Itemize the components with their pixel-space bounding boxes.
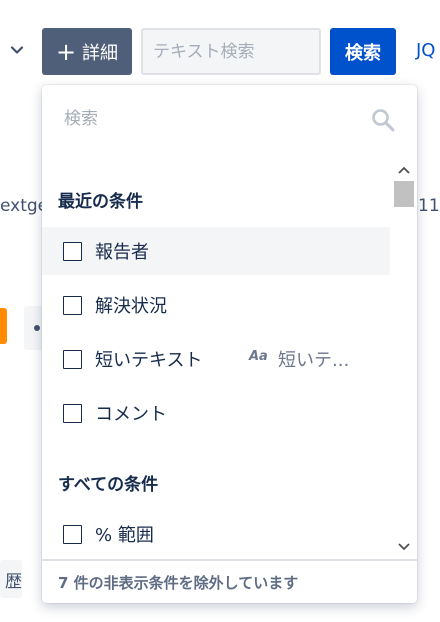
option-label: % 範囲 [95, 525, 154, 546]
list-item-percent-range[interactable]: % 範囲 [42, 510, 390, 557]
scroll-up-arrow-icon[interactable] [393, 162, 415, 180]
background-more-actions-button[interactable] [24, 306, 44, 350]
checkbox[interactable] [63, 524, 82, 544]
option-field-hint: 短いテ... [278, 350, 350, 371]
checkbox[interactable] [63, 241, 82, 261]
background-count-fragment: 11 [418, 196, 440, 216]
text-field-type-icon: Aa [249, 349, 268, 364]
option-label: 報告者 [95, 242, 149, 263]
jql-link[interactable]: JQ [416, 40, 435, 61]
checkbox[interactable] [63, 295, 82, 315]
hidden-criteria-footer: 7 件の非表示条件を除外しています [42, 559, 417, 603]
list-item-comment[interactable]: コメント [42, 389, 390, 437]
background-text-fragment: extge [0, 196, 42, 216]
list-item-reporter[interactable]: 報告者 [42, 227, 390, 275]
list-item-short-text[interactable]: 短いテキスト Aa 短いテ... [42, 335, 390, 383]
hidden-criteria-text: 7 件の非表示条件を除外しています [58, 573, 299, 592]
scroll-down-arrow-icon[interactable] [393, 537, 415, 555]
more-button[interactable]: + 詳細 [42, 28, 132, 75]
history-tab-label: 歴 [5, 571, 22, 592]
option-label: 短いテキスト [95, 350, 203, 371]
background-orange-icon [0, 308, 7, 344]
scrollbar-thumb[interactable] [394, 181, 414, 207]
recent-criteria-heading: 最近の条件 [58, 192, 143, 212]
search-icon [370, 107, 396, 133]
scrollbar-track[interactable] [394, 179, 414, 537]
page: + 詳細 検索 JQ extge 11 歴 最近の条件 報告者 解決状況 [0, 0, 440, 622]
criteria-search-input[interactable] [54, 97, 401, 141]
option-label: コメント [95, 404, 167, 425]
checkbox[interactable] [63, 349, 82, 369]
criteria-list: 最近の条件 報告者 解決状況 短いテキスト Aa 短いテ... コメント すべて… [42, 163, 417, 557]
more-button-label: 詳細 [82, 42, 119, 64]
list-item-resolution[interactable]: 解決状況 [42, 281, 390, 329]
chevron-down-icon[interactable] [9, 42, 25, 58]
all-criteria-heading: すべての条件 [58, 475, 159, 495]
background-history-tab[interactable]: 歴 [0, 560, 22, 598]
checkbox[interactable] [63, 403, 82, 423]
criteria-dropdown: 最近の条件 報告者 解決状況 短いテキスト Aa 短いテ... コメント すべて… [42, 85, 417, 603]
plus-icon: + [55, 37, 77, 66]
search-button[interactable]: 検索 [330, 28, 396, 75]
option-label: 解決状況 [95, 296, 167, 317]
text-search-input[interactable] [141, 28, 321, 75]
